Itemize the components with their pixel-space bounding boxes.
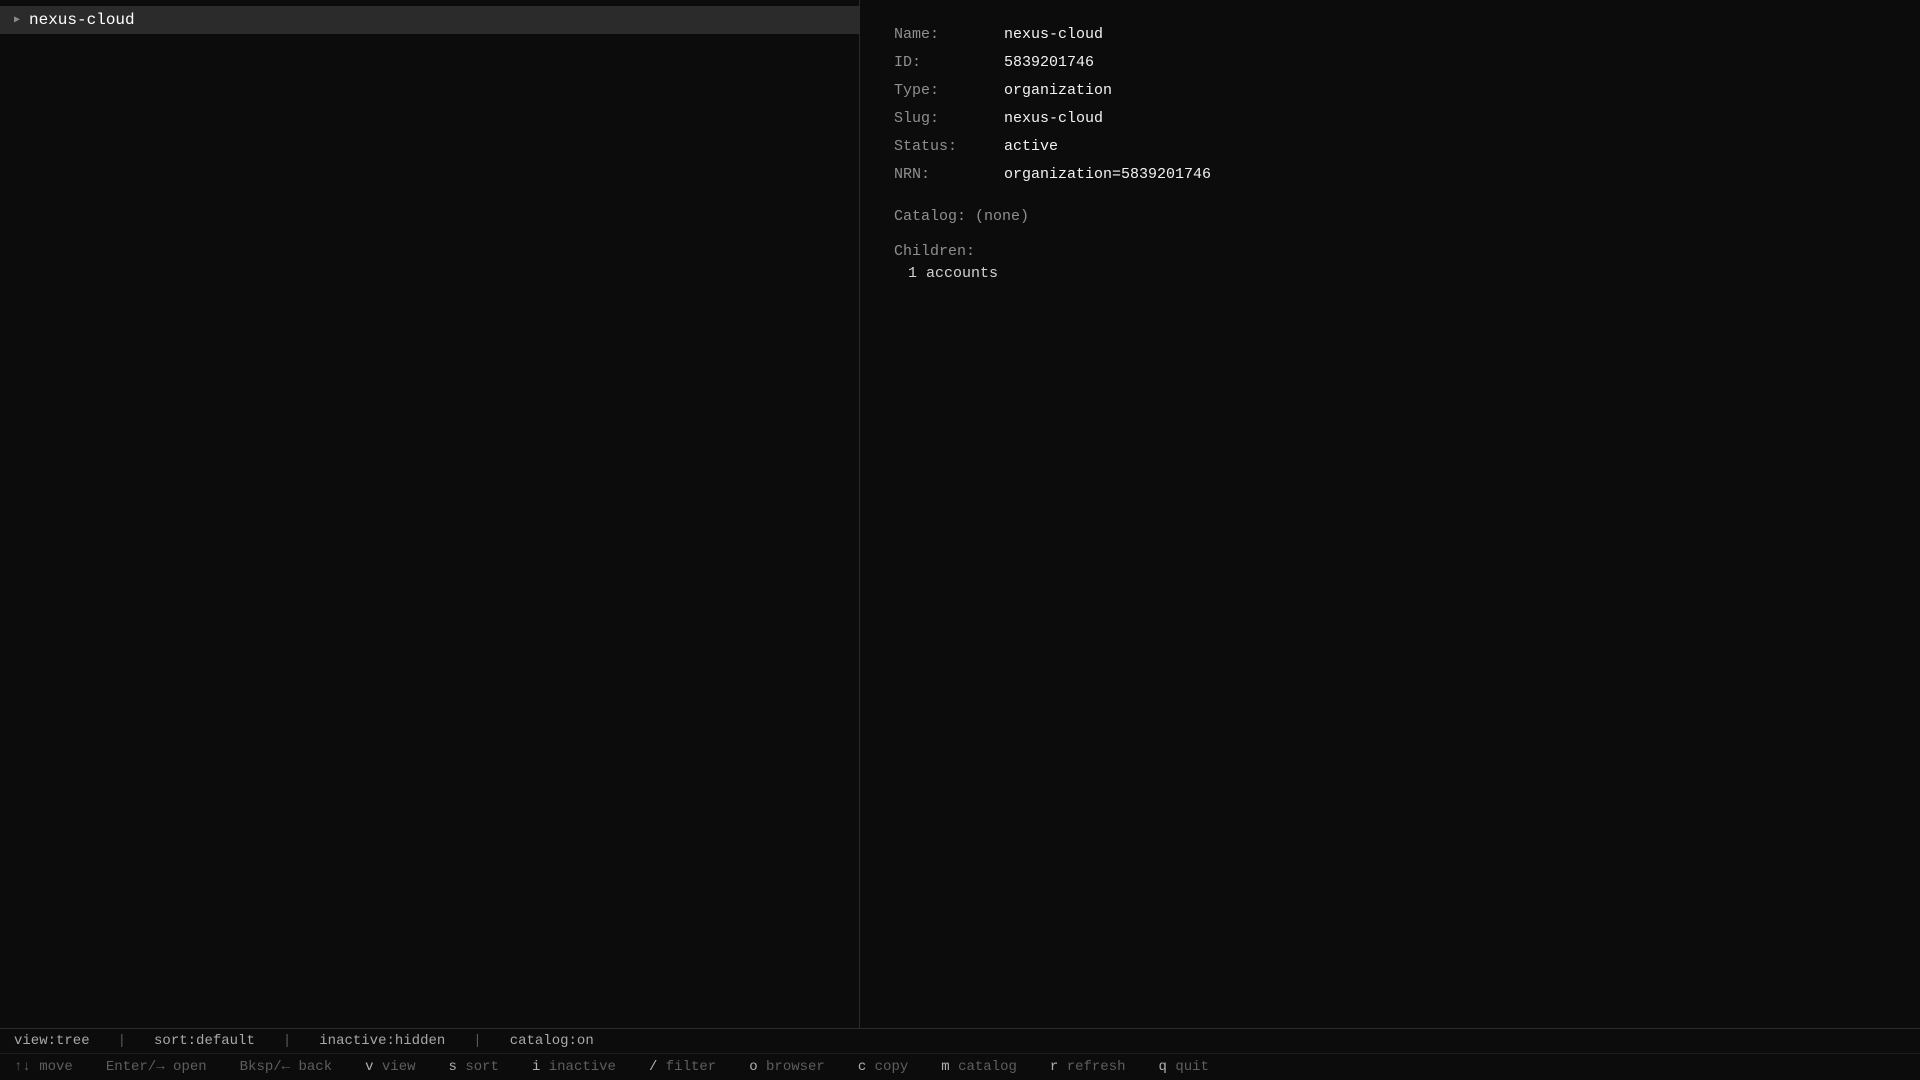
key-hint-quit: q quit (1158, 1059, 1209, 1075)
detail-value: organization=5839201746 (1004, 165, 1212, 183)
children-label: Children: (894, 243, 976, 260)
detail-value: organization (1004, 81, 1113, 99)
status-separator: | (282, 1033, 292, 1049)
detail-row-nrn: NRN: organization=5839201746 (894, 160, 1211, 188)
children-count: 1 accounts (908, 265, 999, 282)
tree-item-nexus-cloud[interactable]: ▶ nexus-cloud (0, 6, 859, 34)
status-separator: | (117, 1033, 127, 1049)
detail-label: NRN: (894, 165, 931, 183)
detail-row-type: Type: organization (894, 76, 1211, 104)
detail-row-id: ID: 5839201746 (894, 48, 1211, 76)
tree-pane: ▶ nexus-cloud (0, 0, 859, 1028)
terminal-app: ▶ nexus-cloud Name: nexus-cloud ID: 5839… (0, 0, 1920, 1080)
detail-row-status: Status: active (894, 132, 1211, 160)
detail-label: Slug: (894, 109, 940, 127)
key-hint-view: v view (365, 1059, 416, 1075)
key-hint-copy: c copy (857, 1059, 909, 1075)
status-inactive: inactive:hidden (319, 1033, 446, 1049)
detail-value: active (1004, 137, 1059, 155)
detail-label: Type: (894, 81, 940, 99)
key-hint-inactive: i inactive (531, 1059, 616, 1075)
children-section: Children: 1 accounts (894, 243, 998, 282)
detail-row-name: Name: nexus-cloud (894, 20, 1211, 48)
key-hint-back: Bksp/← back (239, 1059, 333, 1075)
detail-value: 5839201746 (1004, 53, 1095, 71)
catalog-line: Catalog: (none) (894, 208, 1030, 225)
status-catalog: catalog:on (509, 1033, 594, 1049)
detail-value: nexus-cloud (1004, 109, 1104, 127)
detail-label: Status: (894, 137, 958, 155)
detail-label: ID: (894, 53, 922, 71)
details-pane: Name: nexus-cloud ID: 5839201746 Type: o… (860, 0, 1920, 1028)
detail-row-slug: Slug: nexus-cloud (894, 104, 1211, 132)
details-list: Name: nexus-cloud ID: 5839201746 Type: o… (894, 20, 1211, 188)
key-hint-sort: s sort (448, 1059, 499, 1075)
key-hint-browser: o browser (749, 1059, 825, 1075)
status-sort: sort:default (154, 1033, 255, 1049)
status-view: view:tree (14, 1033, 90, 1049)
status-bar: view:tree | sort:default | inactive:hidd… (0, 1028, 1920, 1054)
key-hint-refresh: r refresh (1049, 1059, 1126, 1075)
key-hints-bar: ↑↓ move Enter/→ open Bksp/← back v view … (0, 1054, 1920, 1080)
tree-item-label: nexus-cloud (29, 11, 135, 29)
key-hint-catalog: m catalog (941, 1059, 1017, 1075)
detail-value: nexus-cloud (1004, 25, 1104, 43)
detail-label: Name: (894, 25, 940, 43)
expand-arrow-icon[interactable]: ▶ (14, 14, 29, 26)
status-separator: | (473, 1033, 482, 1049)
key-hint-open: Enter/→ open (105, 1059, 207, 1075)
key-hint-move: ↑↓ move (14, 1059, 73, 1075)
key-hint-filter: / filter (648, 1059, 717, 1075)
